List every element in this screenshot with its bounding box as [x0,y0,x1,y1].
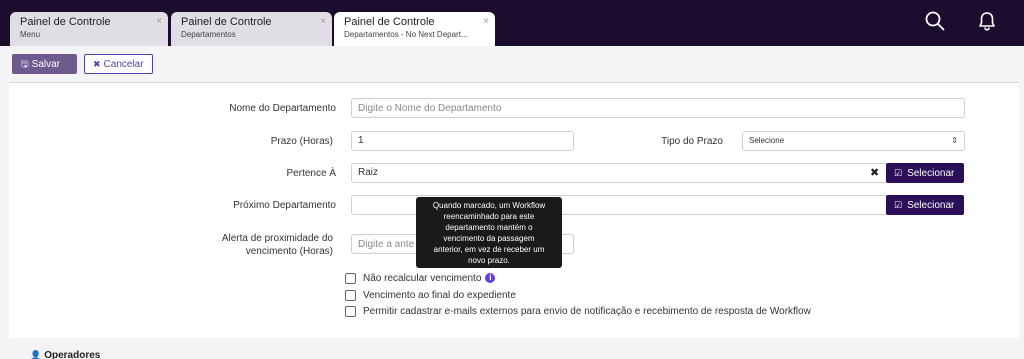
sort-arrows-icon: ⇕ [951,136,958,145]
alerta-label-line1: Alerta de proximidade do [221,233,333,244]
cancel-label: Cancelar [103,59,144,70]
bell-icon[interactable] [976,10,998,32]
vencimento-final-checkbox[interactable] [345,289,356,301]
proximo-label: Próximo Departamento [233,200,336,211]
tipo-prazo-value: Selecione [749,136,785,145]
nao-recalcular-checkbox[interactable] [345,272,356,284]
nome-departamento-input[interactable] [351,98,965,118]
floppy-disk-icon: 🖫 [21,59,29,69]
checkbox-icon: ☑ [894,168,903,178]
pertence-selecionar-button[interactable]: ☑ Selecionar [886,163,964,183]
save-label: Salvar [31,59,61,70]
pertence-input[interactable]: Raiz [351,163,887,183]
tooltip-line: vencimento da passagem [443,234,535,243]
tipo-prazo-label: Tipo do Prazo [661,136,723,147]
toolbar: 🖫 Salvar ✖ Cancelar [0,46,1024,82]
pertence-label: Pertence À [286,168,336,179]
prazo-label: Prazo (Horas) [270,136,333,147]
tooltip-line: Quando marcado, um Workflow [432,201,546,210]
emails-externos-row[interactable]: Permitir cadastrar e-mails externos para… [345,304,811,318]
tooltip-line: departamento mantém o [445,223,533,232]
alerta-label-line2: vencimento (Horas) [245,246,333,257]
save-button[interactable]: 🖫 Salvar [12,54,77,74]
vencimento-final-label: Vencimento ao final do expediente [363,289,516,301]
tab-subtitle: Departamentos - No Next Depart... [344,30,468,39]
close-icon: ✖ [93,59,101,69]
info-icon[interactable]: i [485,273,496,283]
selecionar-label: Selecionar [907,168,955,179]
vencimento-final-row[interactable]: Vencimento ao final do expediente [345,288,516,302]
nao-recalcular-row[interactable]: Não recalcular vencimento i [345,271,496,285]
tooltip-line: reencaminhado para este [443,212,535,221]
tab-subtitle: Menu [20,30,41,39]
emails-externos-checkbox[interactable] [345,305,356,317]
top-bar: Painel de Controle Menu × Painel de Cont… [0,0,1024,46]
tab-title: Painel de Controle [344,16,435,28]
cancel-button[interactable]: ✖ Cancelar [84,54,153,74]
tab-title: Painel de Controle [181,16,272,28]
bottom-strip [0,338,1024,359]
operadores-section-title[interactable]: 👤 Operadores [30,350,100,359]
tab-departamento-edit[interactable]: Painel de Controle Departamentos - No Ne… [334,12,495,46]
close-icon[interactable]: × [320,16,326,28]
emails-externos-label: Permitir cadastrar e-mails externos para… [363,305,811,317]
selecionar-label: Selecionar [907,200,955,211]
operadores-label: Operadores [44,350,101,359]
tab-departamentos[interactable]: Painel de Controle Departamentos × [171,12,332,46]
close-icon[interactable]: × [483,16,489,28]
nome-departamento-label: Nome do Departamento [229,103,336,114]
tab-menu[interactable]: Painel de Controle Menu × [10,12,168,46]
tooltip-line: anterior, em vez de receber um [433,245,545,254]
search-icon[interactable] [924,10,946,32]
tab-title: Painel de Controle [20,16,111,28]
close-icon[interactable]: × [156,16,162,28]
nao-recalcular-label: Não recalcular vencimento [363,272,482,284]
clear-icon[interactable]: ✖ [870,166,879,180]
tooltip: Quando marcado, um Workflow reencaminhad… [416,197,562,268]
proximo-selecionar-button[interactable]: ☑ Selecionar [886,195,964,215]
prazo-input[interactable]: 1 [351,131,574,151]
tab-subtitle: Departamentos [181,30,236,39]
tipo-prazo-select[interactable]: Selecione ⇕ [742,131,965,151]
tooltip-line: novo prazo. [468,256,510,265]
checkbox-icon: ☑ [894,200,903,210]
user-icon: 👤 [30,350,42,359]
